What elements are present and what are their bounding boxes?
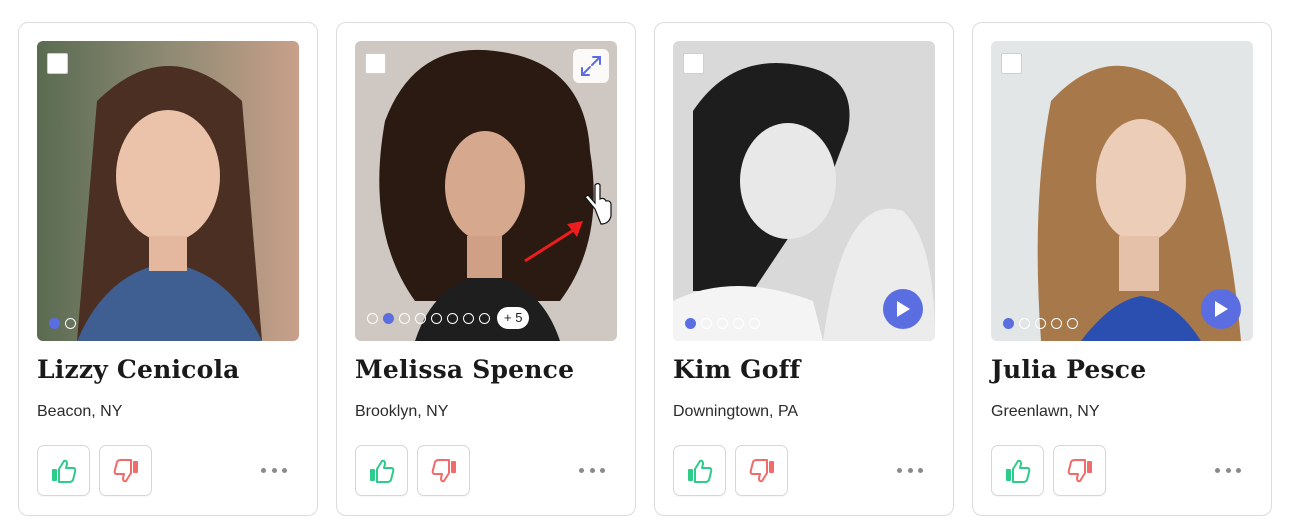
more-options-button[interactable] [897, 461, 923, 479]
like-button[interactable] [991, 445, 1044, 496]
pagination-dot[interactable] [463, 312, 474, 324]
like-button[interactable] [355, 445, 408, 496]
play-icon [897, 301, 910, 317]
thumbs-up-icon [369, 459, 394, 483]
pagination-dot[interactable] [415, 312, 426, 324]
pagination-dot[interactable] [685, 318, 696, 329]
photo-pagination[interactable] [49, 318, 76, 329]
headshot-photo[interactable]: + 5 [355, 41, 617, 341]
headshot-image [37, 41, 299, 341]
pagination-dot[interactable] [447, 312, 458, 324]
talent-card[interactable]: Kim Goff Downingtown, PA [654, 22, 954, 516]
play-icon [1215, 301, 1228, 317]
photo-pagination[interactable] [685, 318, 760, 329]
thumbs-down-icon [113, 458, 138, 482]
select-checkbox[interactable] [47, 53, 68, 74]
thumbs-up-icon [687, 459, 712, 483]
play-video-button[interactable] [883, 289, 923, 329]
pagination-dot[interactable] [65, 318, 76, 329]
pagination-dot[interactable] [383, 312, 394, 324]
pagination-dot[interactable] [1019, 318, 1030, 329]
pagination-dot[interactable] [1003, 318, 1014, 329]
dislike-button[interactable] [735, 445, 788, 496]
pagination-dot[interactable] [1051, 318, 1062, 329]
pagination-dot[interactable] [431, 312, 442, 324]
select-checkbox[interactable] [1001, 53, 1022, 74]
headshot-photo[interactable] [673, 41, 935, 341]
talent-card[interactable]: + 5 Melissa Spence Brooklyn, NY [336, 22, 636, 516]
expand-icon [581, 56, 601, 76]
pagination-dot[interactable] [1035, 318, 1046, 329]
talent-location: Brooklyn, NY [355, 403, 449, 420]
talent-name[interactable]: Kim Goff [673, 355, 801, 384]
more-options-button[interactable] [579, 461, 605, 479]
photo-pagination[interactable] [1003, 318, 1078, 329]
talent-location: Beacon, NY [37, 403, 123, 420]
talent-card[interactable]: Lizzy Cenicola Beacon, NY [18, 22, 318, 516]
talent-location: Greenlawn, NY [991, 403, 1100, 420]
talent-name[interactable]: Julia Pesce [991, 355, 1146, 384]
dislike-button[interactable] [99, 445, 152, 496]
headshot-photo[interactable] [991, 41, 1253, 341]
select-checkbox[interactable] [683, 53, 704, 74]
pagination-dot[interactable] [479, 312, 490, 324]
talent-location: Downingtown, PA [673, 403, 799, 420]
dislike-button[interactable] [417, 445, 470, 496]
pagination-dot[interactable] [49, 318, 60, 329]
thumbs-up-icon [51, 459, 76, 483]
pagination-dot[interactable] [1067, 318, 1078, 329]
pagination-dot[interactable] [399, 312, 410, 324]
pagination-dot[interactable] [717, 318, 728, 329]
more-options-button[interactable] [261, 461, 287, 479]
select-checkbox[interactable] [365, 53, 386, 74]
thumbs-down-icon [431, 458, 456, 482]
talent-name[interactable]: Lizzy Cenicola [37, 355, 240, 384]
pagination-dot[interactable] [701, 318, 712, 329]
photo-pagination[interactable]: + 5 [367, 307, 530, 329]
pagination-dot[interactable] [733, 318, 744, 329]
pagination-dot[interactable] [367, 312, 378, 324]
headshot-image [355, 41, 617, 341]
thumbs-down-icon [1067, 458, 1092, 482]
more-options-button[interactable] [1215, 461, 1241, 479]
thumbs-up-icon [1005, 459, 1030, 483]
dislike-button[interactable] [1053, 445, 1106, 496]
thumbs-down-icon [749, 458, 774, 482]
talent-card[interactable]: Julia Pesce Greenlawn, NY [972, 22, 1272, 516]
pagination-dot[interactable] [749, 318, 760, 329]
like-button[interactable] [673, 445, 726, 496]
extra-photos-badge[interactable]: + 5 [497, 307, 530, 329]
like-button[interactable] [37, 445, 90, 496]
play-video-button[interactable] [1201, 289, 1241, 329]
expand-button[interactable] [573, 49, 609, 83]
headshot-photo[interactable] [37, 41, 299, 341]
talent-name[interactable]: Melissa Spence [355, 355, 574, 384]
